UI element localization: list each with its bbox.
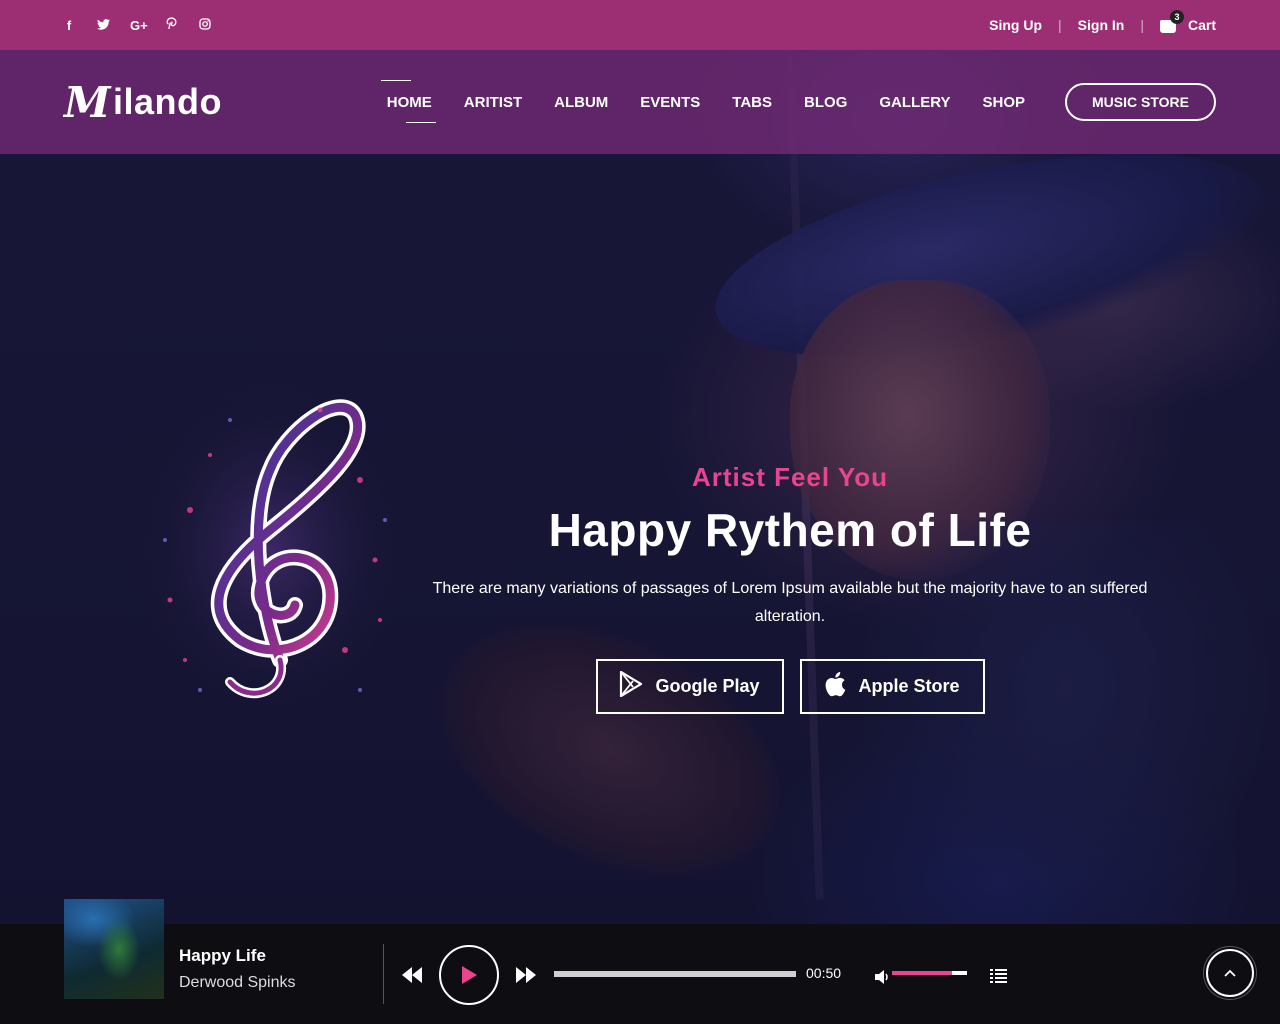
hero-description: There are many variations of passages of… [432, 580, 1148, 625]
volume-slider[interactable] [892, 971, 967, 975]
twitter-icon[interactable] [96, 18, 110, 33]
album-art [64, 899, 164, 999]
main-header: M ilando HOME ARITIST ALBUM EVENTS TABS … [0, 50, 1280, 154]
main-nav: HOME ARITIST ALBUM EVENTS TABS BLOG GALL… [380, 79, 1026, 123]
volume-icon[interactable] [875, 967, 891, 990]
cart-link[interactable]: 3 Cart [1159, 9, 1216, 33]
account-links: Sing Up | Sign In | 3 Cart [989, 9, 1216, 33]
music-store-button[interactable]: MUSIC STORE [1065, 83, 1216, 121]
playlist-icon[interactable] [990, 966, 1007, 989]
separator: | [1140, 17, 1144, 33]
hero-content: Artist Feel You Happy Rythem of Life The… [400, 462, 1180, 714]
store-buttons: Google Play Apple Store [400, 659, 1180, 714]
google-play-button[interactable]: Google Play [595, 659, 784, 714]
progress-bar[interactable] [554, 971, 796, 977]
nav-shop[interactable]: SHOP [983, 88, 1026, 117]
separator: | [1058, 17, 1062, 33]
divider [383, 944, 384, 1004]
facebook-icon[interactable]: f [62, 18, 76, 33]
nav-events[interactable]: EVENTS [640, 88, 700, 117]
social-links: f G+ [62, 17, 212, 33]
track-artist: Derwood Spinks [179, 974, 296, 991]
music-player: Happy Life Derwood Spinks 00:50 [0, 899, 1280, 1024]
hero-subtitle: Artist Feel You [691, 462, 889, 492]
nav-gallery[interactable]: GALLERY [879, 88, 950, 117]
nav-blog[interactable]: BLOG [804, 88, 847, 117]
logo-text: ilando [113, 81, 222, 122]
track-time: 00:50 [806, 965, 842, 981]
pinterest-icon[interactable] [164, 17, 178, 33]
nav-tabs[interactable]: TABS [732, 88, 772, 117]
site-logo[interactable]: M ilando [64, 78, 222, 127]
scroll-to-top-button[interactable] [1206, 949, 1254, 997]
google-play-icon [619, 670, 643, 702]
cart-count-badge: 3 [1169, 9, 1184, 24]
topbar: f G+ Sing Up | Sign In | 3 Cart [0, 0, 1280, 50]
treble-clef-graphic [130, 360, 410, 720]
google-plus-icon[interactable]: G+ [130, 18, 148, 33]
signin-link[interactable]: Sign In [1078, 17, 1125, 33]
cart-label: Cart [1187, 17, 1216, 33]
logo-mark: M [64, 77, 111, 127]
instagram-icon[interactable] [198, 17, 212, 33]
hero-title: Happy Rythem of Life [548, 504, 1032, 556]
rewind-icon[interactable] [402, 966, 422, 989]
apple-icon [824, 671, 846, 702]
nav-artist[interactable]: ARITIST [464, 88, 522, 117]
cart-icon: 3 [1159, 9, 1184, 33]
volume-fill [892, 971, 952, 975]
play-icon [462, 966, 477, 984]
google-play-label: Google Play [655, 676, 760, 696]
chevron-up-icon [1224, 969, 1236, 977]
apple-store-button[interactable]: Apple Store [799, 659, 985, 714]
nav-album[interactable]: ALBUM [554, 88, 608, 117]
signup-link[interactable]: Sing Up [989, 17, 1042, 33]
track-title: Happy Life [179, 946, 266, 965]
apple-store-label: Apple Store [858, 676, 960, 696]
nav-home[interactable]: HOME [380, 79, 436, 123]
fast-forward-icon[interactable] [516, 966, 536, 989]
play-button[interactable] [439, 945, 499, 1005]
